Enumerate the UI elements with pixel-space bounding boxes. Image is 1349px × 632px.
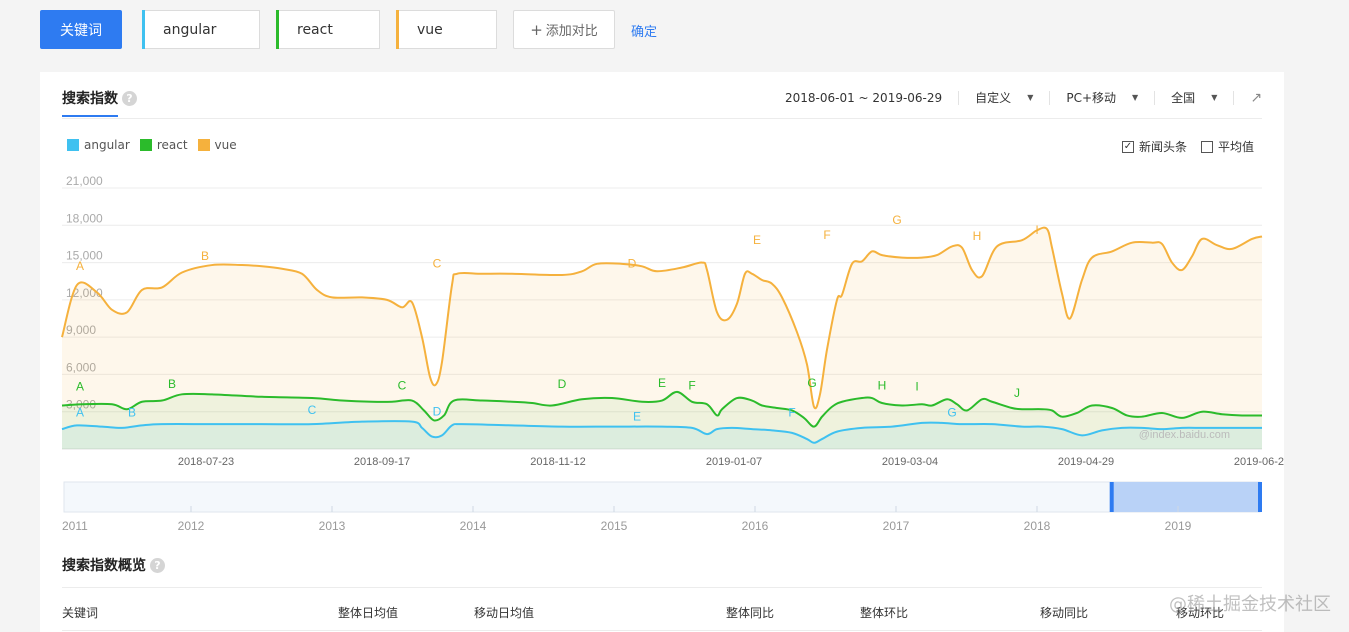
search-index-chart: 21,00018,00015,00012,0009,0006,0003,000A…: [61, 174, 1284, 533]
y-tick-label: 15,000: [66, 249, 103, 263]
color-bar: [396, 10, 399, 49]
x-tick-label: 2018-07-23: [178, 456, 234, 468]
color-bar: [276, 10, 279, 49]
annotation-marker: G: [807, 376, 816, 390]
keyword-input-angular[interactable]: angular: [142, 10, 260, 49]
x-tick-label: 2019-06-24: [1234, 456, 1284, 468]
range-year-label: 2017: [883, 519, 910, 533]
annotation-marker: F: [823, 228, 830, 242]
x-tick-label: 2019-01-07: [706, 456, 762, 468]
x-tick-label: 2019-03-04: [882, 456, 938, 468]
range-year-label: 2015: [601, 519, 628, 533]
help-icon[interactable]: ?: [150, 558, 165, 573]
keyword-label: react: [297, 21, 333, 38]
range-slider-handle-left: [1109, 482, 1114, 512]
annotation-marker: A: [76, 259, 84, 273]
confirm-link[interactable]: 确定: [631, 21, 657, 40]
annotation-marker: C: [398, 378, 407, 392]
keyword-input-react[interactable]: react: [276, 10, 380, 49]
annotation-marker: D: [628, 257, 637, 271]
annotation-marker: J: [1014, 386, 1020, 400]
annotation-marker: G: [892, 213, 901, 227]
keyword-input-vue[interactable]: vue: [396, 10, 497, 49]
x-tick-label: 2018-11-12: [530, 456, 585, 468]
annotation-marker: I: [915, 380, 918, 394]
range-slider-selection: [1111, 482, 1260, 512]
annotation-marker: G: [947, 406, 956, 420]
y-tick-label: 18,000: [66, 211, 103, 225]
divider: [62, 630, 1262, 631]
annotation-marker: A: [76, 406, 84, 420]
range-slider-handle-right: [1258, 482, 1262, 512]
column-header-mobile-yoy: 移动同比: [1040, 606, 1089, 620]
plus-icon: +: [530, 20, 543, 39]
annotation-marker: H: [878, 378, 887, 392]
column-header-overall-qoq: 整体环比: [860, 606, 909, 620]
annotation-marker: D: [558, 377, 567, 391]
annotation-marker: B: [201, 249, 209, 263]
range-year-label: 2012: [178, 519, 205, 533]
annotation-marker: F: [688, 378, 695, 392]
range-slider-track: [63, 481, 1261, 513]
overview-title: 搜索指数概览?: [62, 555, 165, 575]
annotation-marker: D: [433, 404, 442, 418]
annotation-marker: E: [633, 409, 641, 423]
annotation-marker: F: [788, 406, 795, 420]
range-year-label: 2019: [1165, 519, 1192, 533]
add-compare-label: 添加对比: [545, 24, 598, 39]
range-year-label: 2013: [319, 519, 346, 533]
range-year-label: 2016: [742, 519, 769, 533]
site-watermark: @稀土掘金技术社区: [1169, 594, 1331, 615]
color-bar: [142, 10, 145, 49]
annotation-marker: I: [1035, 223, 1038, 237]
range-year-label: 2011: [62, 519, 88, 533]
range-year-label: 2018: [1024, 519, 1051, 533]
column-header-keyword: 关键词: [62, 606, 99, 620]
column-header-mobile-daily: 移动日均值: [474, 606, 535, 620]
annotation-marker: C: [433, 257, 442, 271]
overview-title-text: 搜索指数概览: [62, 558, 146, 574]
annotation-marker: C: [308, 403, 317, 417]
annotation-marker: E: [658, 376, 666, 390]
column-header-overall-yoy: 整体同比: [726, 606, 775, 620]
annotation-marker: E: [753, 233, 761, 247]
y-tick-label: 21,000: [66, 174, 103, 188]
keyword-label: vue: [417, 21, 443, 38]
annotation-marker: B: [128, 406, 136, 420]
search-index-card: 搜索指数? 2018-06-01 ~ 2019-06-29 自定义 ▼ PC+移…: [40, 72, 1284, 632]
keyword-label: angular: [163, 21, 217, 38]
x-tick-label: 2019-04-29: [1058, 456, 1114, 468]
annotation-marker: B: [168, 377, 176, 391]
column-header-overall-daily: 整体日均值: [338, 606, 399, 620]
range-year-label: 2014: [460, 519, 487, 533]
keyword-button[interactable]: 关键词: [40, 10, 122, 49]
add-compare-button[interactable]: + 添加对比: [513, 10, 615, 49]
annotation-marker: H: [973, 229, 982, 243]
divider: [62, 587, 1262, 588]
chart-watermark: @index.baidu.com: [1139, 429, 1230, 441]
annotation-marker: A: [76, 380, 84, 394]
x-tick-label: 2018-09-17: [354, 456, 410, 468]
